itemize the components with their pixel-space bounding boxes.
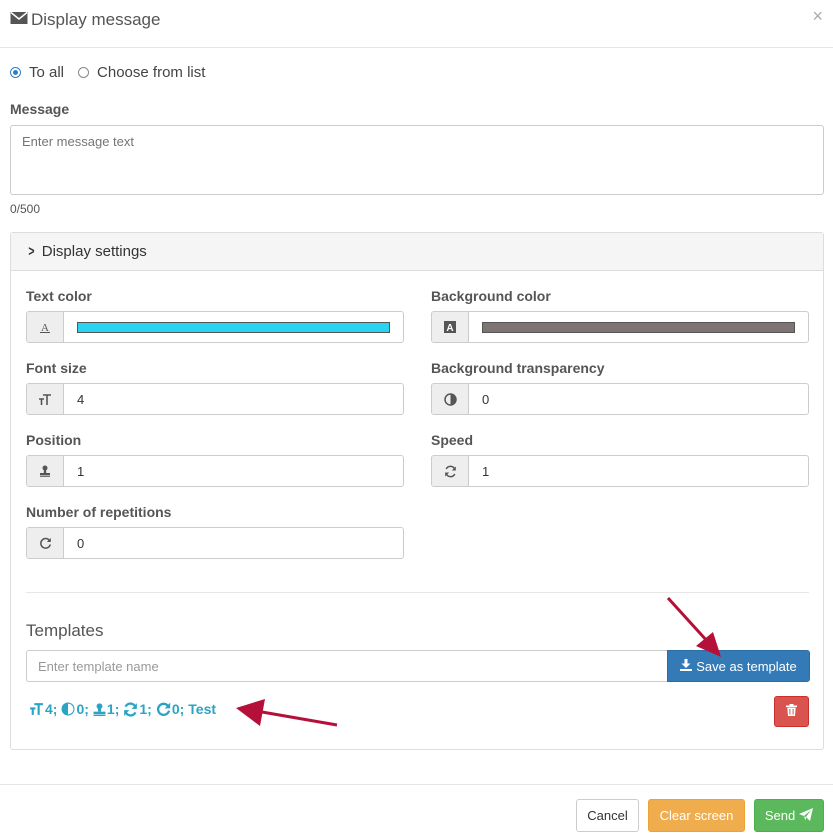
templates-title: Templates: [26, 621, 104, 640]
message-label: Message: [10, 101, 70, 117]
message-char-counter: 0/500: [10, 202, 41, 216]
text-color-swatch: [77, 321, 390, 333]
repetitions-input[interactable]: 0: [26, 527, 404, 559]
download-icon: [680, 658, 693, 674]
radio-choose-from-list[interactable]: [78, 67, 90, 78]
template-position: 1;: [106, 701, 120, 717]
text-height-icon: [29, 702, 44, 716]
repetitions-value: 0: [77, 535, 85, 551]
background-color-input[interactable]: A: [431, 311, 809, 343]
font-size-label: Font size: [26, 360, 87, 376]
message-textarea[interactable]: [10, 125, 824, 195]
dialog-title-wrap: Display message: [10, 10, 160, 30]
adjust-contrast-icon: [61, 702, 75, 716]
trash-icon: [786, 703, 797, 721]
background-transparency-input[interactable]: 0: [431, 383, 809, 415]
template-speed: 1;: [139, 701, 152, 717]
text-color-input[interactable]: A: [26, 311, 404, 343]
svg-text:A: A: [446, 323, 453, 333]
envelope-icon: [10, 11, 28, 30]
stamp-icon: [93, 702, 106, 716]
template-name-input[interactable]: Enter template name: [26, 650, 669, 682]
font-size-value: 4: [77, 391, 85, 407]
background-transparency-label: Background transparency: [431, 360, 605, 376]
position-value: 1: [77, 463, 85, 479]
template-item[interactable]: 4; 0; 1; 1; 0; Test: [29, 701, 216, 717]
clear-screen-button[interactable]: Clear screen: [648, 799, 745, 832]
display-settings-header: Display settings: [41, 243, 147, 260]
save-as-template-button[interactable]: Save as template: [667, 650, 810, 682]
section-divider: [26, 592, 809, 593]
refresh-icon: [123, 701, 138, 717]
dialog-title: Display message: [31, 10, 161, 29]
background-color-icon: A: [432, 312, 469, 342]
background-color-swatch-wrap: [469, 312, 808, 342]
display-settings-panel: > Display settings Text color A Backgrou…: [10, 232, 824, 750]
radio-to-all-label[interactable]: To all: [29, 64, 64, 81]
text-color-icon: A: [27, 312, 64, 342]
delete-template-button[interactable]: [774, 696, 809, 727]
repetitions-label: Number of repetitions: [26, 504, 172, 520]
adjust-contrast-icon: [432, 384, 469, 414]
chevron-right-icon: >: [28, 243, 35, 260]
font-size-input[interactable]: 4: [26, 383, 404, 415]
stamp-icon: [27, 456, 64, 486]
speed-value: 1: [482, 463, 490, 479]
background-transparency-value: 0: [482, 391, 490, 407]
display-settings-toggle[interactable]: > Display settings: [11, 233, 823, 271]
background-color-swatch: [482, 321, 795, 333]
template-font-size: 4;: [45, 701, 58, 717]
speed-label: Speed: [431, 432, 474, 448]
template-transparency: 0;: [76, 701, 89, 717]
send-button[interactable]: Send: [754, 799, 824, 832]
repeat-icon: [156, 702, 171, 717]
paper-plane-icon: [799, 807, 814, 824]
text-color-label: Text color: [26, 288, 92, 304]
position-label: Position: [26, 432, 82, 448]
position-input[interactable]: 1: [26, 455, 404, 487]
text-height-icon: [27, 384, 64, 414]
refresh-icon: [432, 456, 469, 486]
template-repetitions: 0;: [171, 701, 185, 717]
cancel-button[interactable]: Cancel: [576, 799, 639, 832]
text-color-swatch-wrap: [64, 312, 403, 342]
footer-divider: [0, 784, 833, 785]
background-color-label: Background color: [431, 288, 551, 304]
radio-to-all[interactable]: [10, 67, 21, 78]
send-label: Send: [764, 808, 796, 823]
speed-input[interactable]: 1: [431, 455, 809, 487]
save-as-template-label: Save as template: [696, 658, 797, 674]
radio-choose-from-list-label[interactable]: Choose from list: [97, 64, 205, 81]
recipient-options: To all Choose from list: [10, 64, 219, 81]
close-button[interactable]: ×: [812, 6, 823, 27]
svg-text:A: A: [41, 322, 49, 333]
repeat-icon: [27, 528, 64, 558]
template-name: Test: [188, 701, 217, 717]
dialog-header: Display message ×: [0, 0, 833, 48]
